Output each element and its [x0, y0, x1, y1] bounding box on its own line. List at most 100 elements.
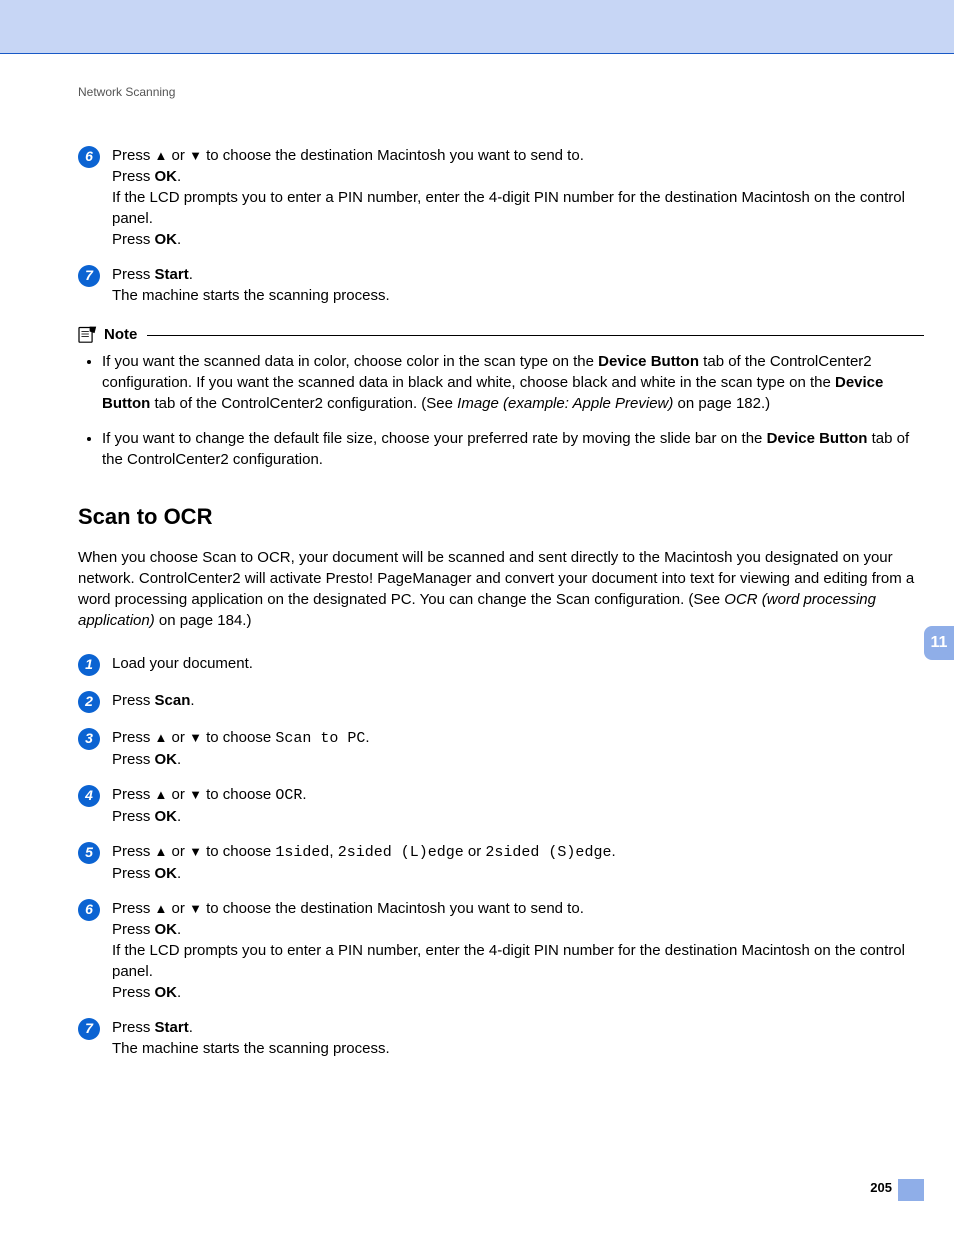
step-body: Press ▲ or ▼ to choose the destination M… — [112, 145, 924, 250]
device-button-label: Device Button — [767, 430, 868, 447]
ok-label: OK — [155, 984, 178, 1001]
menu-option: Scan to PC — [275, 730, 365, 747]
footer-tab — [898, 1179, 924, 1201]
text: or — [464, 843, 486, 860]
text: Press — [112, 147, 155, 164]
menu-option: 2sided (L)edge — [338, 844, 464, 861]
up-arrow-icon: ▲ — [155, 730, 168, 745]
menu-option: 1sided — [275, 844, 329, 861]
step-badge: 7 — [78, 1018, 100, 1040]
text: Press — [112, 168, 155, 185]
step-2: 2 Press Scan. — [78, 690, 924, 713]
text: . — [189, 266, 193, 283]
up-arrow-icon: ▲ — [155, 148, 168, 163]
text: Press — [112, 692, 155, 709]
text: Press — [112, 786, 155, 803]
step-7: 7 Press Start. The machine starts the sc… — [78, 1017, 924, 1059]
text: . — [177, 751, 181, 768]
text: or — [167, 843, 189, 860]
step-badge: 6 — [78, 899, 100, 921]
text: to choose the destination Macintosh you … — [202, 900, 584, 917]
text: . — [190, 692, 194, 709]
text: The machine starts the scanning process. — [112, 285, 924, 306]
text: Press — [112, 1019, 155, 1036]
up-arrow-icon: ▲ — [155, 901, 168, 916]
text: . — [177, 231, 181, 248]
step-1: 1 Load your document. — [78, 653, 924, 676]
text: Press — [112, 900, 155, 917]
text: on page 182.) — [673, 395, 770, 412]
ok-label: OK — [155, 808, 178, 825]
scan-label: Scan — [155, 692, 191, 709]
text: . — [302, 786, 306, 803]
text: Load your document. — [112, 653, 924, 674]
up-arrow-icon: ▲ — [155, 787, 168, 802]
step-badge: 1 — [78, 654, 100, 676]
text: Press — [112, 751, 155, 768]
reference-text: Image (example: Apple Preview) — [457, 395, 673, 412]
start-label: Start — [155, 266, 189, 283]
text: to choose — [202, 786, 275, 803]
menu-option: OCR — [275, 787, 302, 804]
page-header: Network Scanning — [78, 84, 924, 101]
text: If the LCD prompts you to enter a PIN nu… — [112, 187, 924, 229]
header-band — [0, 0, 954, 53]
text: or — [167, 147, 189, 164]
text: . — [189, 1019, 193, 1036]
down-arrow-icon: ▼ — [189, 901, 202, 916]
step-badge: 4 — [78, 785, 100, 807]
down-arrow-icon: ▼ — [189, 148, 202, 163]
text: , — [329, 843, 337, 860]
text: . — [177, 168, 181, 185]
text: . — [611, 843, 615, 860]
text: If you want the scanned data in color, c… — [102, 353, 598, 370]
text: The machine starts the scanning process. — [112, 1038, 924, 1059]
text: Press — [112, 984, 155, 1001]
text: . — [177, 808, 181, 825]
section-heading: Scan to OCR — [78, 502, 924, 533]
up-arrow-icon: ▲ — [155, 844, 168, 859]
note-label: Note — [104, 324, 137, 345]
text: If the LCD prompts you to enter a PIN nu… — [112, 940, 924, 982]
ok-label: OK — [155, 168, 178, 185]
step-badge: 3 — [78, 728, 100, 750]
text: to choose — [202, 843, 275, 860]
menu-option: 2sided (S)edge — [485, 844, 611, 861]
text: or — [167, 786, 189, 803]
down-arrow-icon: ▼ — [189, 730, 202, 745]
text: Press — [112, 865, 155, 882]
step-badge: 5 — [78, 842, 100, 864]
text: If you want to change the default file s… — [102, 430, 767, 447]
text: or — [167, 729, 189, 746]
step-badge: 6 — [78, 146, 100, 168]
text: Press — [112, 231, 155, 248]
step-4: 4 Press ▲ or ▼ to choose OCR. Press OK. — [78, 784, 924, 827]
page-footer: 205 — [78, 1179, 924, 1197]
text: to choose the destination Macintosh you … — [202, 147, 584, 164]
text: . — [177, 865, 181, 882]
note-icon — [78, 325, 98, 343]
ok-label: OK — [155, 865, 178, 882]
ok-label: OK — [155, 751, 178, 768]
down-arrow-icon: ▼ — [189, 787, 202, 802]
ok-label: OK — [155, 921, 178, 938]
text: tab of the ControlCenter2 configuration.… — [150, 395, 457, 412]
note-bullet-1: If you want the scanned data in color, c… — [102, 351, 924, 414]
step-body: Press Start. The machine starts the scan… — [112, 264, 924, 306]
text: Press — [112, 266, 155, 283]
text: Press — [112, 808, 155, 825]
text: to choose — [202, 729, 275, 746]
step-7-top: 7 Press Start. The machine starts the sc… — [78, 264, 924, 306]
note-block: Note If you want the scanned data in col… — [78, 324, 924, 470]
text: Press — [112, 921, 155, 938]
step-6: 6 Press ▲ or ▼ to choose the destination… — [78, 898, 924, 1003]
page-content: Network Scanning 6 Press ▲ or ▼ to choos… — [0, 54, 954, 1197]
chapter-tab: 11 — [924, 626, 954, 660]
step-6-top: 6 Press ▲ or ▼ to choose the destination… — [78, 145, 924, 250]
text: or — [167, 900, 189, 917]
text: . — [177, 984, 181, 1001]
start-label: Start — [155, 1019, 189, 1036]
ok-label: OK — [155, 231, 178, 248]
step-badge: 7 — [78, 265, 100, 287]
text: Press — [112, 843, 155, 860]
